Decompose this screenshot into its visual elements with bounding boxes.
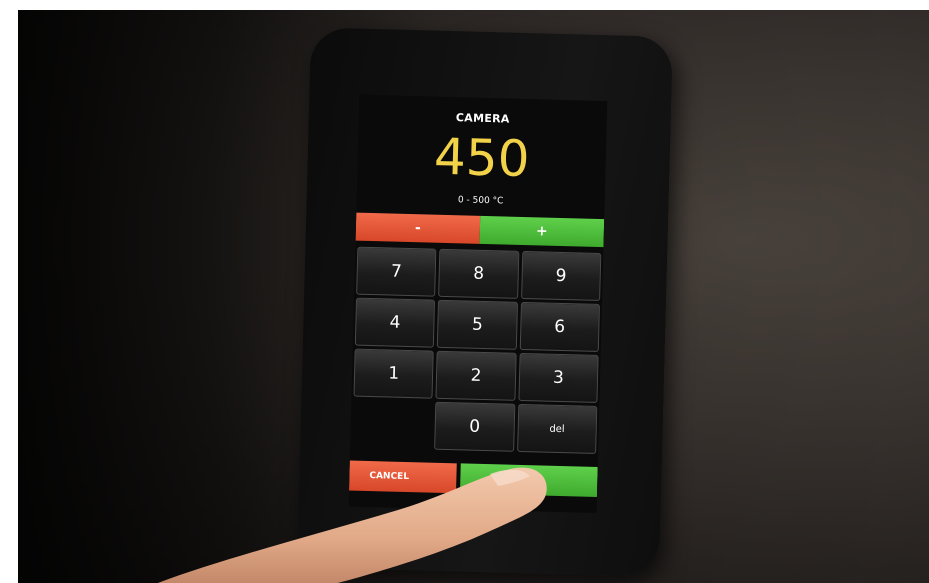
key-7[interactable]: 7 (356, 246, 437, 297)
key-6[interactable]: 6 (519, 301, 600, 352)
range-label: 0 - 500 °C (457, 195, 504, 207)
temperature-value: 450 (433, 127, 531, 189)
key-5[interactable]: 5 (437, 299, 518, 350)
key-1[interactable]: 1 (353, 348, 435, 399)
numeric-keypad: 7 8 9 4 5 6 1 2 3 0 del (352, 246, 602, 454)
increment-button[interactable]: + (479, 215, 605, 248)
device-photo: CAMERA 450 0 - 500 °C - + 7 8 9 4 5 6 1 … (18, 10, 929, 583)
key-3[interactable]: 3 (518, 352, 599, 403)
delete-key[interactable]: del (516, 403, 598, 454)
decrement-button[interactable]: - (355, 212, 481, 244)
key-4[interactable]: 4 (354, 297, 436, 348)
adjust-row: - + (355, 212, 605, 248)
key-8[interactable]: 8 (438, 248, 520, 299)
key-2[interactable]: 2 (435, 350, 517, 401)
key-9[interactable]: 9 (520, 250, 602, 302)
finger-pointer (157, 467, 547, 583)
key-0[interactable]: 0 (434, 401, 516, 452)
